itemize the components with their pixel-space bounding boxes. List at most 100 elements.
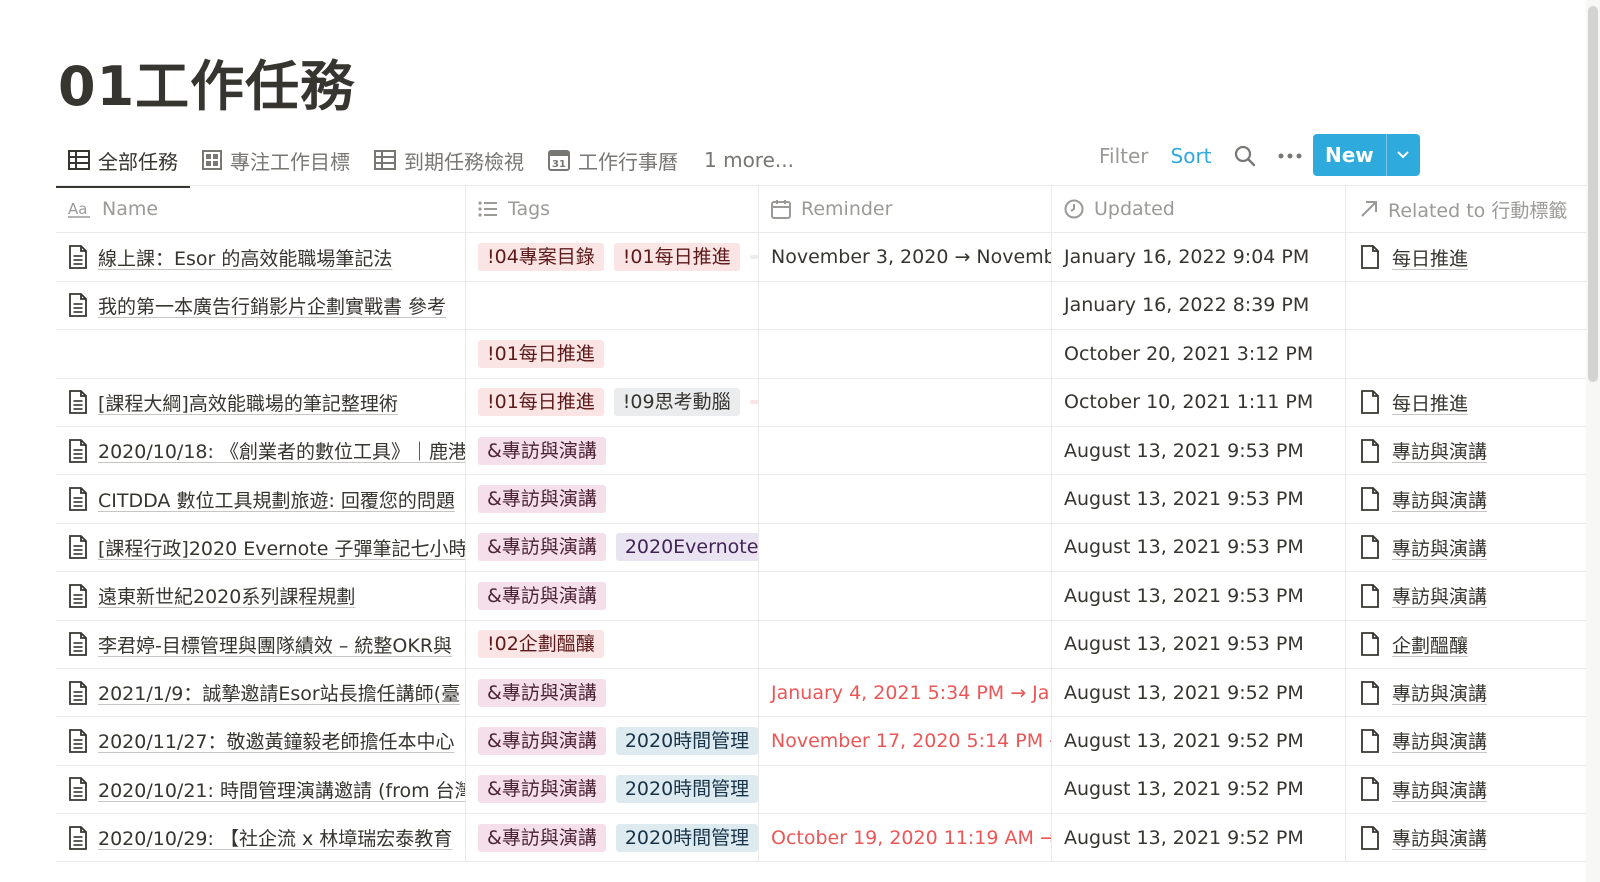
reminder-cell[interactable]: October 19, 2020 11:19 AM → O (759, 814, 1052, 862)
task-name[interactable]: [課程大綱]高效能職場的筆記整理術 (98, 389, 398, 416)
tags-cell[interactable]: &專訪與演講 (466, 426, 759, 475)
tags-cell[interactable]: &專訪與演講 (466, 475, 759, 523)
related-link[interactable]: 每日推進 (1360, 389, 1468, 416)
table-row[interactable]: 2021/1/9：誠摯邀請Esor站長擔任講師(臺 &專訪與演講 January… (56, 668, 1600, 718)
name-cell[interactable]: 2021/1/9：誠摯邀請Esor站長擔任講師(臺 (56, 668, 466, 717)
reminder-cell[interactable] (759, 620, 1052, 668)
reminder-cell[interactable] (759, 281, 1052, 330)
task-name[interactable]: 2020/10/18: 《創業者的數位工具》｜鹿港 (98, 437, 465, 464)
table-row[interactable]: 李君婷-目標管理與團隊績效 – 統整OKR與 !02企劃醞釀 August 13… (56, 620, 1600, 669)
name-cell[interactable]: 2020/11/27：敬邀黃鐘毅老師擔任本中心 (56, 717, 466, 765)
name-cell[interactable]: 線上課：Esor 的高效能職場筆記法 (56, 233, 466, 281)
related-cell[interactable]: 每日推進 (1346, 233, 1600, 280)
table-row[interactable]: [課程行政]2020 Evernote 子彈筆記七小時 &專訪與演講 2020Ev… (56, 523, 1600, 573)
tags-cell[interactable]: !02企劃醞釀 (466, 620, 759, 668)
tags-cell[interactable] (466, 281, 759, 330)
table-row[interactable]: 線上課：Esor 的高效能職場筆記法 !04專案目錄 !01每日推進 Novemb… (56, 233, 1600, 282)
table-row[interactable]: 2020/10/21: 時間管理演講邀請 (from 台灣 &專訪與演講 2020… (56, 765, 1600, 815)
related-cell[interactable]: 每日推進 (1346, 379, 1600, 426)
name-cell[interactable]: 2020/10/21: 時間管理演講邀請 (from 台灣 (56, 765, 466, 814)
table-row[interactable]: 2020/10/29: 【社企流 x 林墇瑞宏泰教育 &專訪與演講 2020時間管… (56, 814, 1600, 863)
name-cell[interactable]: 遠東新世紀2020系列課程規劃 (56, 572, 466, 620)
table-row[interactable]: CITDDA 數位工具規劃旅遊: 回覆您的問題 &專訪與演講 August 13… (56, 475, 1600, 524)
name-cell[interactable]: 我的第一本廣告行銷影片企劃實戰書 參考 (56, 281, 466, 330)
reminder-cell[interactable] (759, 572, 1052, 620)
reminder-cell[interactable] (759, 378, 1052, 426)
reminder-cell[interactable] (759, 475, 1052, 523)
related-link[interactable]: 專訪與演講 (1360, 776, 1487, 803)
task-name[interactable]: 2020/10/29: 【社企流 x 林墇瑞宏泰教育 (98, 824, 452, 851)
tags-cell[interactable]: &專訪與演講 (466, 668, 759, 717)
related-cell[interactable]: 專訪與演講 (1346, 572, 1600, 619)
task-name[interactable]: 2021/1/9：誠摯邀請Esor站長擔任講師(臺 (98, 679, 460, 706)
column-header-name[interactable]: Aa Name (56, 186, 466, 233)
search-icon[interactable] (1234, 145, 1256, 167)
tab-all-tasks[interactable]: 全部任務 (56, 132, 190, 188)
task-name[interactable]: 線上課：Esor 的高效能職場筆記法 (98, 244, 392, 271)
related-link[interactable]: 專訪與演講 (1360, 486, 1487, 513)
task-name[interactable]: 我的第一本廣告行銷影片企劃實戰書 參考 (98, 292, 446, 319)
name-cell[interactable]: 2020/10/29: 【社企流 x 林墇瑞宏泰教育 (56, 814, 466, 862)
tags-cell[interactable]: &專訪與演講 2020時間管理 (466, 765, 759, 814)
name-cell[interactable]: 2020/10/18: 《創業者的數位工具》｜鹿港 (56, 426, 466, 475)
name-cell[interactable]: [課程大綱]高效能職場的筆記整理術 (56, 378, 466, 426)
reminder-cell[interactable] (759, 523, 1052, 572)
related-cell[interactable]: 企劃醞釀 (1346, 621, 1600, 668)
related-link[interactable]: 專訪與演講 (1360, 582, 1487, 609)
tags-cell[interactable]: &專訪與演講 2020時間管理 (466, 717, 759, 765)
related-cell[interactable]: 專訪與演講 (1346, 766, 1600, 813)
table-row[interactable]: !01每日推進 October 20, 2021 3:12 PM (56, 330, 1600, 379)
column-header-reminder[interactable]: Reminder (759, 186, 1052, 233)
tags-cell[interactable]: &專訪與演講 (466, 572, 759, 620)
tags-cell[interactable]: !01每日推進 !09思考動腦 (466, 378, 759, 426)
new-button[interactable]: New (1313, 134, 1386, 176)
tags-cell[interactable]: &專訪與演講 2020Evernote (466, 523, 759, 572)
name-cell[interactable]: 李君婷-目標管理與團隊績效 – 統整OKR與 (56, 620, 466, 668)
tags-cell[interactable]: !01每日推進 (466, 330, 759, 378)
table-row[interactable]: 2020/10/18: 《創業者的數位工具》｜鹿港 &專訪與演講 August … (56, 426, 1600, 476)
tab-work-calendar[interactable]: 31 工作行事曆 (536, 132, 690, 188)
related-link[interactable]: 專訪與演講 (1360, 824, 1487, 851)
reminder-cell[interactable] (759, 765, 1052, 814)
task-name[interactable]: 遠東新世紀2020系列課程規劃 (98, 582, 355, 609)
related-cell[interactable]: 專訪與演講 (1346, 427, 1600, 474)
related-cell[interactable] (1346, 282, 1600, 329)
table-row[interactable]: 2020/11/27：敬邀黃鐘毅老師擔任本中心 &專訪與演講 2020時間管理 N… (56, 717, 1600, 766)
tags-cell[interactable]: &專訪與演講 2020時間管理 (466, 814, 759, 862)
reminder-cell[interactable] (759, 426, 1052, 475)
related-link[interactable]: 每日推進 (1360, 244, 1468, 271)
sort-button[interactable]: Sort (1171, 144, 1212, 168)
scrollbar[interactable] (1586, 0, 1600, 882)
related-link[interactable]: 專訪與演講 (1360, 679, 1487, 706)
related-link[interactable]: 企劃醞釀 (1360, 631, 1468, 658)
filter-button[interactable]: Filter (1099, 144, 1149, 168)
task-name[interactable]: 2020/11/27：敬邀黃鐘毅老師擔任本中心 (98, 727, 455, 754)
reminder-cell[interactable]: November 17, 2020 5:14 PM → N (759, 717, 1052, 765)
column-header-updated[interactable]: Updated (1052, 186, 1346, 233)
name-cell[interactable]: [課程行政]2020 Evernote 子彈筆記七小時 (56, 523, 466, 572)
task-name[interactable]: [課程行政]2020 Evernote 子彈筆記七小時 (98, 534, 465, 561)
related-cell[interactable] (1346, 330, 1600, 377)
reminder-cell[interactable]: November 3, 2020 → November (759, 233, 1052, 281)
task-name[interactable]: 2020/10/21: 時間管理演講邀請 (from 台灣 (98, 776, 465, 803)
tags-cell[interactable]: !04專案目錄 !01每日推進 (466, 233, 759, 281)
related-cell[interactable]: 專訪與演講 (1346, 475, 1600, 522)
new-dropdown-button[interactable] (1385, 134, 1420, 176)
related-cell[interactable]: 專訪與演講 (1346, 814, 1600, 861)
column-header-related[interactable]: Related to 行動標籤 (1346, 186, 1600, 232)
more-options-icon[interactable] (1278, 152, 1302, 160)
tab-due-tasks[interactable]: 到期任務檢視 (362, 132, 536, 188)
task-name[interactable]: CITDDA 數位工具規劃旅遊: 回覆您的問題 (98, 486, 455, 513)
reminder-cell[interactable]: January 4, 2021 5:34 PM → January (759, 668, 1052, 717)
related-link[interactable]: 專訪與演講 (1360, 727, 1487, 754)
related-cell[interactable]: 專訪與演講 (1346, 717, 1600, 764)
related-link[interactable]: 專訪與演講 (1360, 437, 1487, 464)
related-link[interactable]: 專訪與演講 (1360, 534, 1487, 561)
related-cell[interactable]: 專訪與演講 (1346, 669, 1600, 716)
table-row[interactable]: 遠東新世紀2020系列課程規劃 &專訪與演講 August 13, 2021 9… (56, 572, 1600, 621)
scrollbar-thumb[interactable] (1588, 6, 1598, 382)
table-row[interactable]: 我的第一本廣告行銷影片企劃實戰書 參考 January 16, 2022 8:3… (56, 281, 1600, 331)
reminder-cell[interactable] (759, 330, 1052, 378)
name-cell[interactable]: CITDDA 數位工具規劃旅遊: 回覆您的問題 (56, 475, 466, 523)
name-cell[interactable] (56, 330, 466, 378)
